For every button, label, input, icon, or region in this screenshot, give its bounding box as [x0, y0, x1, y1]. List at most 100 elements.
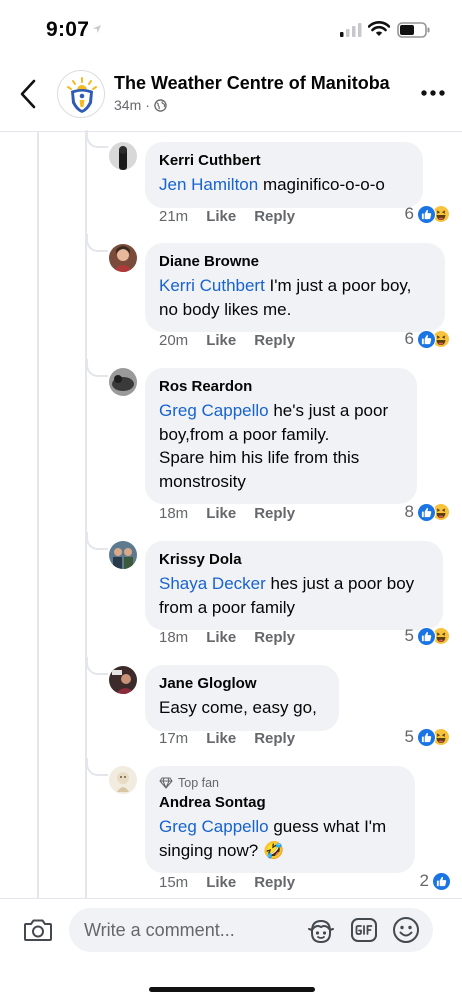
post-meta: 34m ·: [114, 97, 167, 113]
like-button[interactable]: Like: [206, 730, 236, 747]
reactions-summary[interactable]: 5: [405, 626, 451, 646]
like-button[interactable]: Like: [206, 332, 236, 349]
avatar-image: [109, 368, 137, 396]
reply-button[interactable]: Reply: [254, 332, 295, 349]
comment-time[interactable]: 18m: [159, 505, 188, 522]
reaction-count: 8: [404, 502, 414, 521]
reactions-summary[interactable]: 5: [405, 727, 451, 747]
reaction-count: 2: [419, 871, 429, 890]
comment-actions: 18m Like Reply: [159, 629, 295, 646]
reply-button[interactable]: Reply: [254, 874, 295, 891]
page-name[interactable]: The Weather Centre of Manitoba: [114, 73, 390, 94]
thread-branch: [86, 359, 108, 377]
comment-composer: [0, 898, 462, 1000]
thread-branch: [86, 657, 108, 675]
home-indicator: [149, 987, 315, 992]
like-icon: [417, 502, 436, 522]
comment-body: Easy come, easy go,: [159, 698, 317, 717]
avatar[interactable]: [109, 368, 137, 396]
comment-bubble[interactable]: Diane Browne Kerri Cuthbert I'm just a p…: [145, 243, 445, 332]
thread-branch: [86, 532, 108, 550]
comment-author[interactable]: Andrea Sontag: [159, 793, 401, 813]
reaction-count: 6: [404, 204, 414, 223]
comment-time[interactable]: 18m: [159, 629, 188, 646]
comment-actions: 17m Like Reply: [159, 730, 295, 747]
gif-icon[interactable]: [350, 917, 378, 943]
reply-button[interactable]: Reply: [254, 505, 295, 522]
comment-author[interactable]: Ros Reardon: [159, 377, 403, 397]
reaction-count: 5: [404, 626, 414, 645]
thread-branch: [86, 130, 108, 148]
comment-time[interactable]: 15m: [159, 874, 188, 891]
comment-time[interactable]: 17m: [159, 730, 188, 747]
thread-branch: [86, 234, 108, 252]
avatar-image: [109, 766, 137, 794]
top-fan-badge[interactable]: Top fan: [159, 775, 401, 791]
thread-line: [85, 132, 87, 898]
comment-text: Shaya Decker hes just a poor boy from a …: [159, 572, 429, 619]
reactions-summary[interactable]: 6: [405, 204, 451, 224]
comment-text: Jen Hamilton maginifico-o-o-o: [159, 173, 409, 197]
emoji-icon[interactable]: [392, 916, 420, 944]
avatar[interactable]: [109, 766, 137, 794]
mention-link[interactable]: Shaya Decker: [159, 574, 266, 593]
avatar-image: [109, 541, 137, 569]
comment-author[interactable]: Jane Gloglow: [159, 674, 325, 694]
like-button[interactable]: Like: [206, 874, 236, 891]
comment-bubble[interactable]: Ros Reardon Greg Cappello he's just a po…: [145, 368, 417, 504]
avatar[interactable]: [109, 541, 137, 569]
comment-author[interactable]: Krissy Dola: [159, 550, 429, 570]
reaction-count: 6: [404, 329, 414, 348]
avatar[interactable]: [109, 244, 137, 272]
comment-bubble[interactable]: Jane Gloglow Easy come, easy go,: [145, 665, 339, 731]
comment-author[interactable]: Diane Browne: [159, 252, 431, 272]
avatar[interactable]: [109, 142, 137, 170]
like-icon: [417, 204, 436, 224]
reactions-summary[interactable]: 6: [405, 329, 451, 349]
comment-time[interactable]: 21m: [159, 208, 188, 225]
comment-bubble[interactable]: Krissy Dola Shaya Decker hes just a poor…: [145, 541, 443, 630]
mention-link[interactable]: Kerri Cuthbert: [159, 276, 265, 295]
like-button[interactable]: Like: [206, 505, 236, 522]
post-age: 34m: [114, 97, 142, 113]
status-time: 9:07: [46, 18, 90, 41]
like-button[interactable]: Like: [206, 208, 236, 225]
reply-button[interactable]: Reply: [254, 208, 295, 225]
thread-line: [37, 132, 39, 898]
reactions-summary[interactable]: 2: [420, 871, 451, 891]
location-arrow-icon: [93, 25, 101, 33]
battery-icon: [397, 22, 430, 38]
status-bar: 9:07: [0, 0, 462, 60]
mention-link[interactable]: Greg Cappello: [159, 401, 269, 420]
comment-author[interactable]: Kerri Cuthbert: [159, 151, 409, 171]
like-button[interactable]: Like: [206, 629, 236, 646]
page-avatar[interactable]: [57, 70, 105, 118]
reply-button[interactable]: Reply: [254, 629, 295, 646]
comment-input[interactable]: [69, 908, 433, 952]
avatar-image: [109, 666, 137, 694]
like-icon: [432, 871, 451, 891]
like-icon: [417, 329, 436, 349]
thread-branch: [86, 758, 108, 776]
weather-centre-logo-icon: [67, 77, 97, 113]
globe-icon: [154, 98, 167, 112]
back-arrow-icon[interactable]: [14, 76, 44, 112]
comment-actions: 15m Like Reply: [159, 874, 295, 891]
camera-icon[interactable]: [23, 917, 53, 943]
comment-actions: 18m Like Reply: [159, 505, 295, 522]
mention-link[interactable]: Greg Cappello: [159, 817, 269, 836]
avatar-sticker-icon[interactable]: [306, 917, 336, 945]
reactions-summary[interactable]: 8: [405, 502, 451, 522]
comment-bubble[interactable]: Top fan Andrea Sontag Greg Cappello gues…: [145, 766, 415, 873]
more-options-icon[interactable]: [420, 88, 446, 98]
comment-time[interactable]: 20m: [159, 332, 188, 349]
like-icon: [417, 727, 436, 747]
badge-label: Top fan: [178, 776, 220, 790]
avatar[interactable]: [109, 666, 137, 694]
reaction-count: 5: [404, 727, 414, 746]
meta-separator: ·: [145, 97, 150, 113]
reply-button[interactable]: Reply: [254, 730, 295, 747]
mention-link[interactable]: Jen Hamilton: [159, 175, 258, 194]
like-icon: [417, 626, 436, 646]
comment-bubble[interactable]: Kerri Cuthbert Jen Hamilton maginifico-o…: [145, 142, 423, 208]
